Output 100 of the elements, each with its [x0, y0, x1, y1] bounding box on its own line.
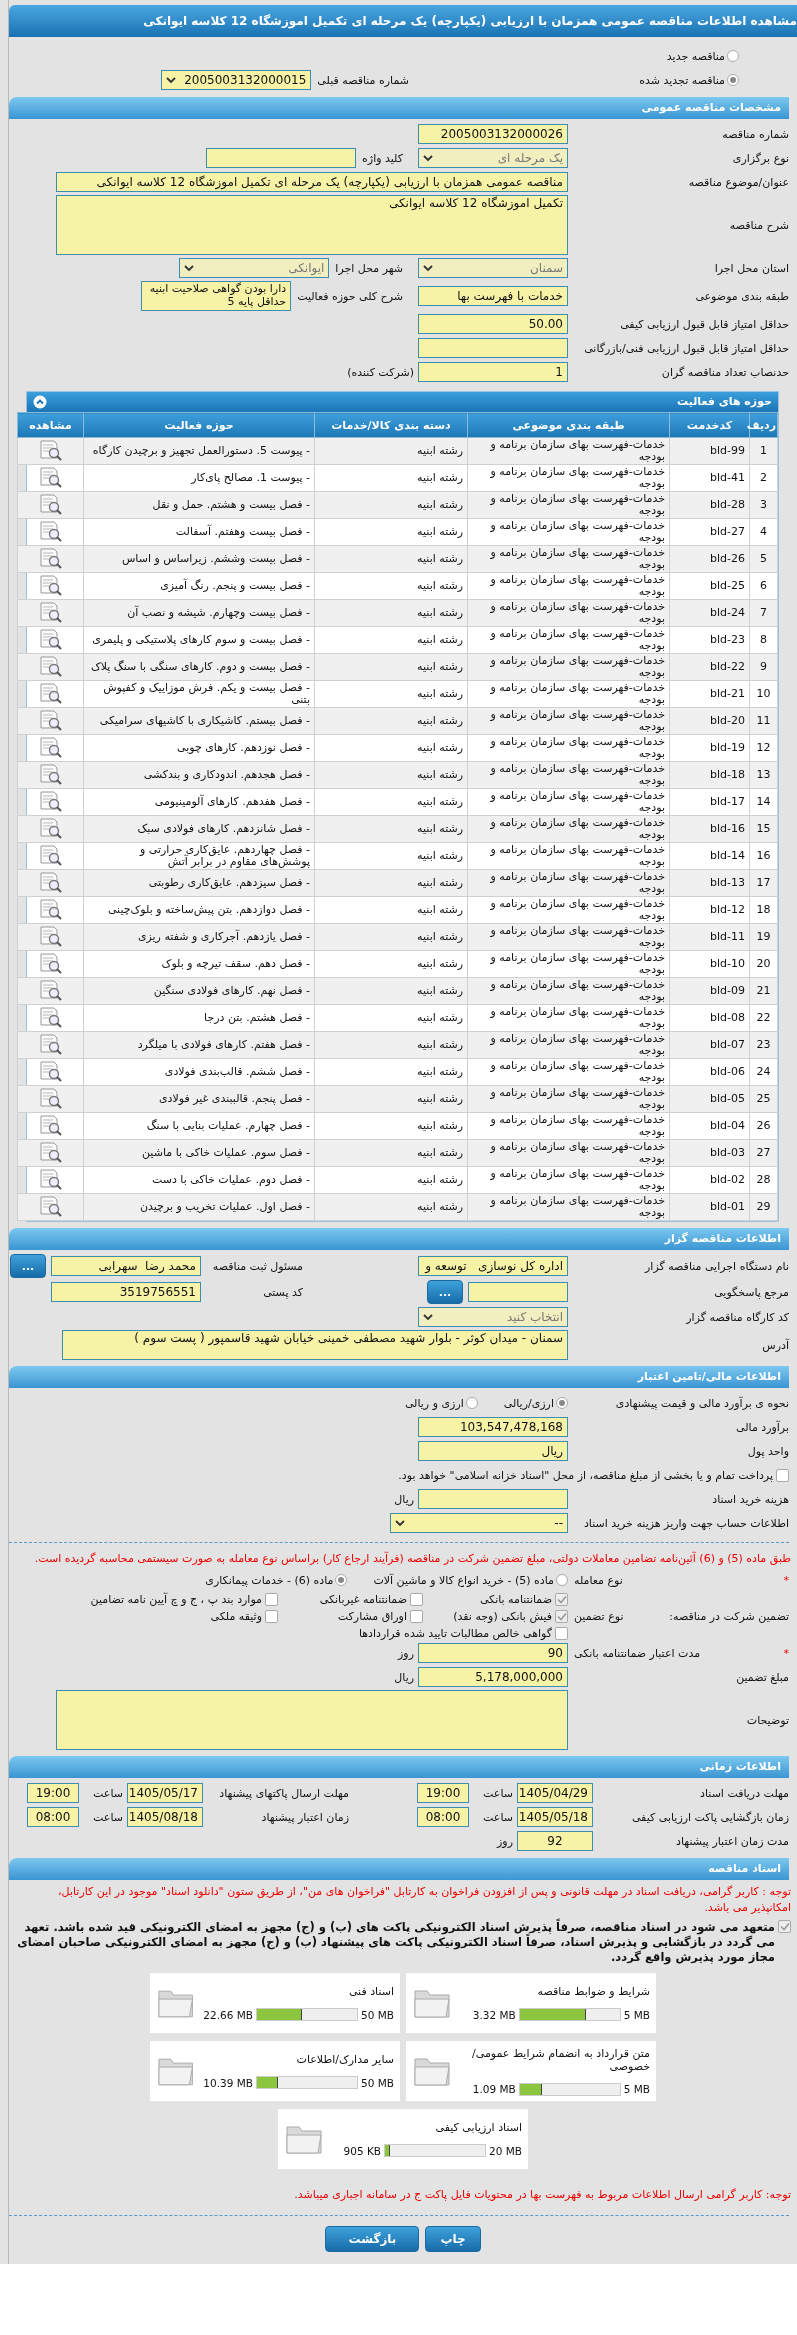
input-field[interactable]: 2005003132000026	[418, 124, 568, 144]
document-magnifier-icon[interactable]	[38, 762, 63, 785]
table-cell: خدمات-فهرست بهای سازمان برنامه و بودجه	[467, 1031, 670, 1059]
input-field[interactable]	[418, 1489, 568, 1509]
document-magnifier-icon[interactable]	[38, 1059, 63, 1082]
document-magnifier-icon[interactable]	[38, 1086, 63, 1109]
radio-button[interactable]	[335, 1574, 348, 1586]
input-field[interactable]: 90	[418, 1643, 568, 1663]
time-field[interactable]: 08:00	[27, 1807, 79, 1827]
checkbox[interactable]	[265, 1610, 278, 1623]
input-field[interactable]: محمد رضا سهرابی	[51, 1256, 201, 1276]
document-magnifier-icon[interactable]	[38, 627, 63, 650]
document-magnifier-icon[interactable]	[38, 843, 63, 866]
required-mark: *	[783, 1646, 789, 1660]
document-magnifier-icon[interactable]	[38, 1032, 63, 1055]
table-cell: bld-23	[669, 626, 750, 654]
document-magnifier-icon[interactable]	[38, 681, 63, 704]
document-magnifier-icon[interactable]	[38, 600, 63, 623]
time-field[interactable]: 19:00	[27, 1783, 79, 1803]
unit-label: (شرکت کننده)	[346, 365, 415, 379]
text-area[interactable]	[56, 1690, 568, 1750]
checkbox[interactable]	[410, 1610, 423, 1623]
option-label: ضمانتنامه بانکی	[479, 1593, 552, 1606]
checkbox[interactable]	[778, 1920, 791, 1933]
checkbox[interactable]	[776, 1468, 789, 1482]
date-field[interactable]: 1405/05/18	[517, 1807, 593, 1827]
document-magnifier-icon[interactable]	[38, 816, 63, 839]
action-button[interactable]: چاپ	[425, 2226, 481, 2252]
document-magnifier-icon[interactable]	[38, 573, 63, 596]
radio-button[interactable]	[556, 1397, 568, 1409]
dropdown[interactable]: 2005003132000015	[161, 70, 312, 90]
radio-button[interactable]	[727, 74, 739, 86]
document-magnifier-icon[interactable]	[38, 1167, 63, 1190]
document-magnifier-icon[interactable]	[38, 1194, 63, 1217]
radio-button[interactable]	[727, 50, 739, 62]
field-label: مهلت ارسال پاکتهای پیشنهاد	[219, 1786, 349, 1800]
document-magnifier-icon[interactable]	[38, 654, 63, 677]
input-field[interactable]: 3519756551	[51, 1282, 201, 1302]
file-size: 1.09 MB	[472, 2083, 516, 2095]
input-field[interactable]	[206, 148, 357, 168]
checkbox[interactable]	[555, 1627, 568, 1640]
dropdown[interactable]: --	[390, 1513, 568, 1533]
input-field[interactable]: 103,547,478,168	[418, 1417, 568, 1437]
input-field[interactable]	[418, 338, 568, 358]
radio-button[interactable]	[465, 1397, 478, 1409]
radio-button[interactable]	[556, 1574, 568, 1586]
document-magnifier-icon[interactable]	[38, 492, 63, 515]
document-magnifier-icon[interactable]	[38, 708, 63, 731]
checkbox[interactable]	[555, 1593, 568, 1606]
document-magnifier-icon[interactable]	[38, 1005, 63, 1028]
input-field[interactable]: خدمات با فهرست بها	[418, 286, 568, 306]
option-label: ارزی/ریالی	[503, 1396, 554, 1410]
field-label: مسئول ثبت مناقصه	[212, 1259, 303, 1273]
table-cell: خدمات-فهرست بهای سازمان برنامه و بودجه	[467, 1193, 670, 1221]
table-cell: رشته ابنیه	[314, 1139, 468, 1167]
browse-button[interactable]: ...	[427, 1280, 463, 1304]
table-cell: خدمات-فهرست بهای سازمان برنامه و بودجه	[467, 680, 670, 708]
document-magnifier-icon[interactable]	[38, 735, 63, 758]
checkbox[interactable]	[555, 1610, 568, 1623]
document-magnifier-icon[interactable]	[38, 438, 63, 461]
text-area[interactable]: سمنان - میدان کوثر - بلوار شهید مصطفی خمینی خیابان شهید قاسمپور ( پست سوم )	[62, 1330, 568, 1360]
action-button[interactable]: بازگشت	[325, 2226, 420, 2252]
input-field[interactable]: 1	[418, 362, 568, 382]
document-magnifier-icon[interactable]	[38, 870, 63, 893]
document-magnifier-icon[interactable]	[38, 465, 63, 488]
checkbox[interactable]	[265, 1593, 278, 1606]
document-magnifier-icon[interactable]	[38, 924, 63, 947]
table-cell: رشته ابنیه	[314, 734, 468, 762]
size-limit: 5 MB	[623, 2008, 650, 2021]
input-field[interactable]: اداره کل نوسازی توسعه و	[418, 1256, 568, 1276]
table-cell: 27	[749, 1139, 778, 1167]
table-cell: bld-14	[669, 842, 750, 870]
input-field[interactable]: مناقصه عمومی همزمان با ارزیابی (یکپارچه) یک مرحله ای تکمیل اموزشگاه 12 کلاسه ایوانکی	[56, 172, 568, 192]
document-magnifier-icon[interactable]	[38, 978, 63, 1001]
text-area[interactable]: تکمیل اموزشگاه 12 کلاسه ایوانکی	[56, 195, 568, 255]
table-cell: 21	[749, 977, 778, 1005]
time-field[interactable]: 19:00	[417, 1783, 469, 1803]
collapse-icon[interactable]	[33, 395, 47, 409]
input-field[interactable]: ریال	[418, 1441, 568, 1461]
document-magnifier-icon[interactable]	[38, 519, 63, 542]
input-field[interactable]: 5,178,000,000	[418, 1667, 568, 1687]
document-magnifier-icon[interactable]	[38, 897, 63, 920]
document-magnifier-icon[interactable]	[38, 1140, 63, 1163]
document-magnifier-icon[interactable]	[38, 789, 63, 812]
table-cell: bld-41	[669, 464, 750, 492]
input-field[interactable]: 92	[517, 1831, 593, 1851]
document-magnifier-icon[interactable]	[38, 546, 63, 569]
field-label: حداقل امتیاز قابل قبول ارزیابی فنی/بازرگانی	[584, 341, 789, 355]
document-magnifier-icon[interactable]	[38, 951, 63, 974]
input-field[interactable]: 50.00	[418, 314, 568, 334]
text-area[interactable]: دارا بودن گواهی صلاحیت ابنیه حداقل پایه 5	[141, 281, 292, 311]
date-field[interactable]: 1405/05/17	[127, 1783, 203, 1803]
browse-button[interactable]: ...	[10, 1254, 46, 1278]
date-field[interactable]: 1405/04/29	[517, 1783, 593, 1803]
checkbox[interactable]	[410, 1593, 423, 1606]
time-field[interactable]: 08:00	[417, 1807, 469, 1827]
input-field[interactable]	[468, 1282, 568, 1302]
table-cell: bld-12	[669, 896, 750, 924]
document-magnifier-icon[interactable]	[38, 1113, 63, 1136]
date-field[interactable]: 1405/08/18	[127, 1807, 203, 1827]
